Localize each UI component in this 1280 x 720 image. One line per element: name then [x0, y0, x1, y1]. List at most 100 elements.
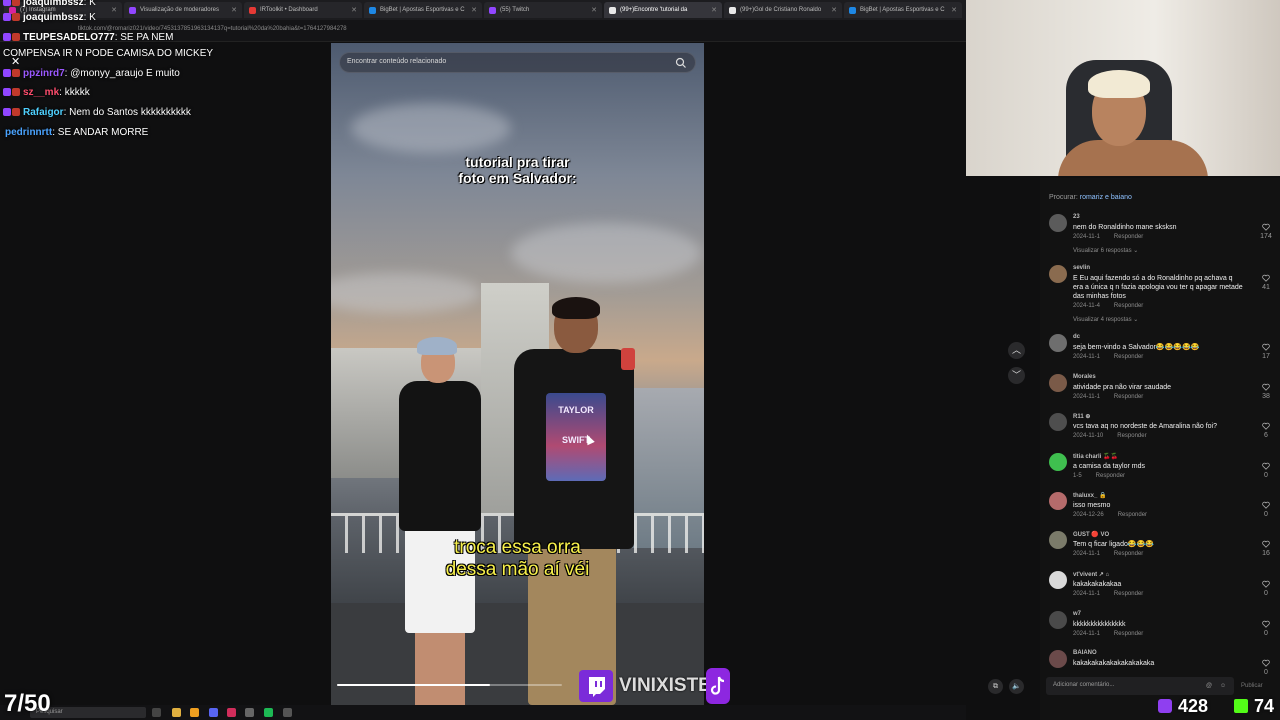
chat-username[interactable]: Rafaigor	[23, 107, 64, 118]
related-search-input[interactable]: Encontrar conteúdo relacionado	[339, 52, 696, 73]
chat-username[interactable]: joaquimbssz	[23, 0, 84, 8]
chat-username[interactable]: joaquimbssz	[23, 12, 84, 23]
chat-username[interactable]: ppzinrd7	[23, 68, 65, 79]
tab-close-icon[interactable]: ✕	[831, 6, 837, 14]
heart-icon[interactable]	[1262, 620, 1270, 628]
heart-icon[interactable]	[1262, 343, 1270, 351]
tab-close-icon[interactable]: ✕	[711, 6, 717, 14]
comment-username[interactable]: vt'vivent ↗ ⌂	[1073, 571, 1109, 578]
chat-badges	[3, 68, 21, 81]
spotify-icon[interactable]	[264, 708, 273, 717]
comment-text: isso mesmo	[1073, 502, 1111, 509]
tab-close-icon[interactable]: ✕	[951, 6, 957, 14]
emoji-icon[interactable]: ☺	[1220, 682, 1226, 691]
reply-button[interactable]: Responder	[1117, 433, 1146, 439]
heart-icon[interactable]	[1262, 274, 1270, 282]
task-view-icon[interactable]	[152, 708, 161, 717]
tab-close-icon[interactable]: ✕	[591, 6, 597, 14]
avatar[interactable]	[1049, 571, 1067, 589]
search-icon[interactable]	[675, 57, 687, 69]
watermark-text: VINIXISTE	[619, 675, 711, 696]
comment-date: 2024-11-1	[1073, 631, 1100, 637]
browser-tab[interactable]: (55) Twitch ✕	[484, 2, 602, 18]
heart-icon[interactable]	[1262, 462, 1270, 470]
browser-tab[interactable]: IRToolkit • Dashboard ✕	[244, 2, 362, 18]
heart-icon[interactable]	[1262, 223, 1270, 231]
browser-tab[interactable]: (99+)Gol de Cristiano Ronaldo ✕	[724, 2, 842, 18]
video-player[interactable]: TAYLOR SWIFT Encontrar conteúdo relacion…	[331, 43, 704, 705]
tab-close-icon[interactable]: ✕	[471, 6, 477, 14]
comment-username[interactable]: sevlin	[1073, 265, 1090, 271]
chat-username[interactable]: sz__mk	[23, 87, 59, 98]
avatar[interactable]	[1049, 611, 1067, 629]
app-icon[interactable]	[227, 708, 236, 717]
browser-tab[interactable]: Visualização de moderadores ✕	[124, 2, 242, 18]
chrome-icon[interactable]	[190, 708, 199, 717]
comment-date: 2024-11-1	[1073, 394, 1100, 400]
comment-text: seja bem-vindo a Salvador😂😂😂😂😂	[1073, 344, 1200, 351]
avatar[interactable]	[1049, 531, 1067, 549]
reply-button[interactable]: Responder	[1114, 303, 1143, 309]
heart-icon[interactable]	[1262, 659, 1270, 667]
video-progress-bar[interactable]	[337, 684, 562, 686]
avatar[interactable]	[1049, 453, 1067, 471]
comment-username[interactable]: w7	[1073, 611, 1081, 617]
comment-input[interactable]: Adicionar comentário... @ ☺	[1046, 677, 1234, 695]
avatar[interactable]	[1049, 334, 1067, 352]
obs-icon[interactable]	[245, 708, 254, 717]
reply-button[interactable]: Responder	[1114, 234, 1143, 240]
comment-meta: 2024-11-1 Responder	[1073, 591, 1143, 597]
comment-username[interactable]: GUST 🔴 VO	[1073, 531, 1109, 538]
comment-username[interactable]: dc	[1073, 334, 1080, 340]
chat-username[interactable]: pedrinnrtt	[5, 127, 52, 138]
comment-username[interactable]: BAIANO	[1073, 650, 1097, 656]
comment-username[interactable]: R11 ⊕	[1073, 413, 1090, 420]
search-query-link[interactable]: romariz e baiano	[1080, 194, 1132, 201]
reply-button[interactable]: Responder	[1114, 394, 1143, 400]
chat-username[interactable]: TEUPESADELO777	[23, 32, 115, 43]
reply-button[interactable]: Responder	[1096, 473, 1125, 479]
avatar[interactable]	[1049, 650, 1067, 668]
tab-close-icon[interactable]: ✕	[111, 6, 117, 14]
comment-username[interactable]: titia charli 🍒🍒	[1073, 453, 1118, 460]
chat-badges	[3, 0, 21, 10]
chat-text: : SE PA NEM	[114, 32, 174, 43]
avatar[interactable]	[1049, 265, 1067, 283]
chevron-down-icon[interactable]: ﹀	[1008, 367, 1025, 384]
app-icon[interactable]	[283, 708, 292, 717]
heart-icon[interactable]	[1262, 422, 1270, 430]
volume-icon[interactable]: 🔈	[1009, 679, 1024, 694]
close-icon[interactable]: ✕	[11, 55, 20, 68]
heart-icon[interactable]	[1262, 501, 1270, 509]
reply-button[interactable]: Responder	[1114, 591, 1143, 597]
discord-icon[interactable]	[209, 708, 218, 717]
comment-username[interactable]: Morales	[1073, 374, 1096, 380]
comment-date: 1-5	[1073, 473, 1082, 479]
heart-icon[interactable]	[1262, 580, 1270, 588]
heart-icon[interactable]	[1262, 540, 1270, 548]
browser-tab[interactable]: (99+)Encontre 'tutorial da ✕	[604, 2, 722, 18]
pip-icon[interactable]: ⧉	[988, 679, 1003, 694]
comment-search-line[interactable]: Procurar: romariz e baiano	[1049, 194, 1132, 201]
heart-icon[interactable]	[1262, 383, 1270, 391]
view-replies-button[interactable]: Visualizar 6 respostas ⌄	[1073, 247, 1138, 254]
reply-button[interactable]: Responder	[1118, 512, 1147, 518]
post-button[interactable]: Publicar	[1241, 683, 1263, 689]
file-explorer-icon[interactable]	[172, 708, 181, 717]
avatar[interactable]	[1049, 413, 1067, 431]
avatar[interactable]	[1049, 214, 1067, 232]
comment-username[interactable]: thaluxx_ 🔒	[1073, 492, 1106, 499]
tab-close-icon[interactable]: ✕	[351, 6, 357, 14]
comment-username[interactable]: 23	[1073, 214, 1080, 220]
browser-tab[interactable]: BigBet | Apostas Esportivas e C ✕	[844, 2, 962, 18]
reply-button[interactable]: Responder	[1114, 551, 1143, 557]
browser-tab[interactable]: BigBet | Apostas Esportivas e C ✕	[364, 2, 482, 18]
reply-button[interactable]: Responder	[1114, 631, 1143, 637]
avatar[interactable]	[1049, 374, 1067, 392]
reply-button[interactable]: Responder	[1114, 354, 1143, 360]
tab-close-icon[interactable]: ✕	[231, 6, 237, 14]
chevron-up-icon[interactable]: ︿	[1008, 342, 1025, 359]
mention-icon[interactable]: @	[1206, 682, 1212, 691]
view-replies-button[interactable]: Visualizar 4 respostas ⌄	[1073, 316, 1138, 323]
avatar[interactable]	[1049, 492, 1067, 510]
